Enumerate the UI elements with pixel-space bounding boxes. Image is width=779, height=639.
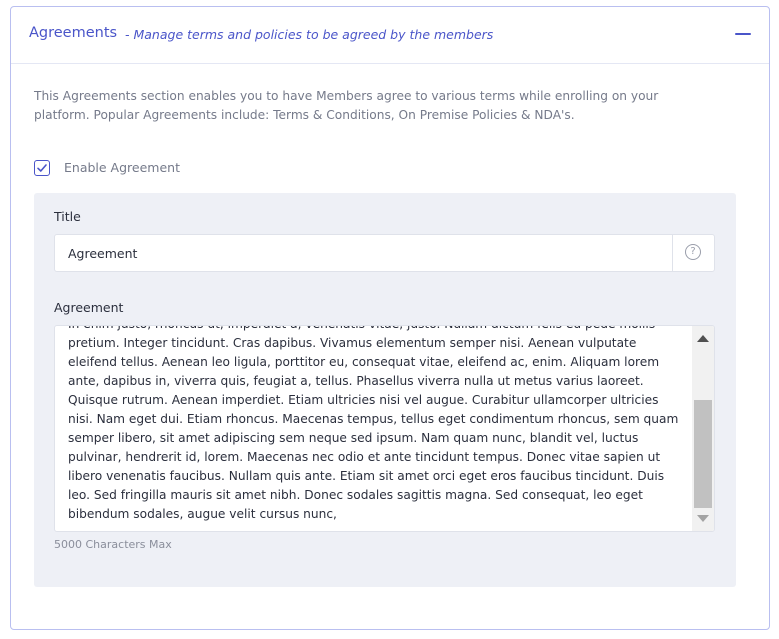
scroll-down-arrow-icon[interactable]	[697, 515, 709, 522]
question-circle-icon: ?	[685, 244, 701, 260]
checkmark-icon	[37, 164, 47, 172]
title-input[interactable]	[55, 235, 673, 271]
title-input-group: ?	[54, 234, 715, 272]
agreement-label: Agreement	[54, 300, 124, 315]
enable-agreement-label[interactable]: Enable Agreement	[64, 160, 180, 175]
agreement-form: Title ? Agreement In enim justo, rhoncus…	[34, 193, 736, 587]
agreements-panel: Agreements - Manage terms and policies t…	[10, 6, 770, 630]
help-button[interactable]: ?	[672, 235, 714, 271]
scroll-up-arrow-icon[interactable]	[697, 335, 709, 342]
panel-subtitle: - Manage terms and policies to be agreed…	[125, 27, 494, 42]
scrollbar-thumb[interactable]	[694, 400, 712, 508]
title-label: Title	[54, 209, 81, 224]
agreement-text[interactable]: In enim justo, rhoncus ut, imperdiet a, …	[68, 326, 680, 524]
character-limit-note: 5000 Characters Max	[54, 538, 172, 551]
collapse-button[interactable]	[733, 25, 753, 45]
textarea-scrollbar[interactable]	[692, 326, 714, 531]
panel-header[interactable]: Agreements - Manage terms and policies t…	[11, 7, 769, 64]
enable-agreement-checkbox[interactable]	[34, 160, 50, 176]
section-description: This Agreements section enables you to h…	[34, 89, 659, 122]
panel-title: Agreements	[29, 25, 118, 41]
agreement-textarea[interactable]: In enim justo, rhoncus ut, imperdiet a, …	[54, 325, 715, 532]
minus-icon	[735, 33, 751, 35]
